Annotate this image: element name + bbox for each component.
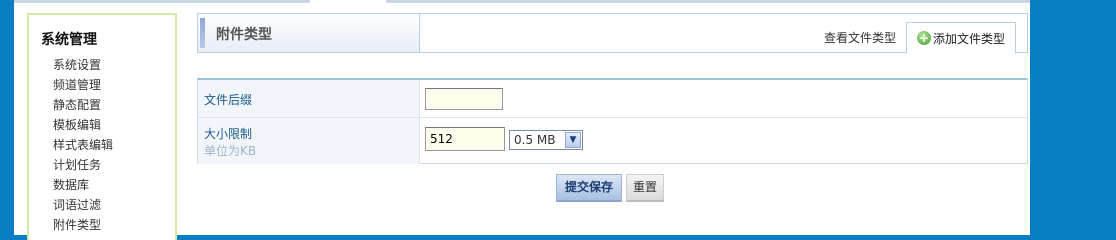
sidebar-item-word-filter[interactable]: 词语过滤	[53, 195, 113, 215]
form-row-size-limit: 大小限制 单位为KB 0.5 MB ▼	[198, 118, 1027, 164]
extension-label: 文件后缀	[204, 93, 253, 107]
sidebar-item-scheduled-tasks[interactable]: 计划任务	[53, 155, 113, 175]
size-limit-label: 大小限制	[204, 127, 253, 141]
tab-add-file-type[interactable]: + 添加文件类型	[906, 22, 1016, 54]
form-row-extension: 文件后缀	[198, 80, 1027, 118]
sidebar-item-static-config[interactable]: 静态配置	[53, 95, 113, 115]
size-label-cell: 大小限制 单位为KB	[198, 118, 420, 164]
size-unit-hint: 单位为KB	[204, 144, 257, 158]
header-accent-bar	[200, 18, 205, 48]
top-strip	[14, 0, 1030, 3]
view-file-types-link[interactable]: 查看文件类型	[824, 29, 896, 46]
page-title: 附件类型	[216, 27, 272, 43]
sidebar: 系统管理 系统设置 频道管理 静态配置 模板编辑 样式表编辑 计划任务 数据库 …	[27, 13, 177, 240]
sidebar-item-attachment-types[interactable]: 附件类型	[53, 215, 113, 235]
chevron-down-icon[interactable]: ▼	[565, 132, 581, 148]
tab-add-file-type-label: 添加文件类型	[933, 31, 1006, 46]
sidebar-item-stylesheet-edit[interactable]: 样式表编辑	[53, 135, 113, 155]
size-preset-select-value: 0.5 MB	[514, 133, 556, 147]
extension-label-cell: 文件后缀	[198, 80, 420, 117]
size-preset-select[interactable]: 0.5 MB ▼	[509, 130, 583, 150]
plus-circle-icon: +	[917, 31, 931, 45]
top-strip-gap	[310, 0, 386, 3]
header-title-box: 附件类型	[198, 14, 420, 52]
size-limit-input[interactable]	[425, 127, 505, 151]
sidebar-item-template-edit[interactable]: 模板编辑	[53, 115, 113, 135]
sidebar-item-system-settings[interactable]: 系统设置	[53, 55, 113, 75]
sidebar-menu: 系统设置 频道管理 静态配置 模板编辑 样式表编辑 计划任务 数据库 词语过滤 …	[53, 55, 113, 235]
header-bar: 附件类型 查看文件类型 + 添加文件类型	[197, 13, 1028, 54]
extension-input[interactable]	[425, 88, 503, 110]
reset-button[interactable]: 重置	[626, 174, 664, 202]
sidebar-title: 系统管理	[41, 32, 97, 48]
attachment-type-form: 文件后缀 大小限制 单位为KB 0.5 MB ▼	[197, 78, 1028, 164]
sidebar-item-database[interactable]: 数据库	[53, 175, 113, 195]
submit-save-button[interactable]: 提交保存	[556, 174, 622, 202]
sidebar-item-channel-management[interactable]: 频道管理	[53, 75, 113, 95]
